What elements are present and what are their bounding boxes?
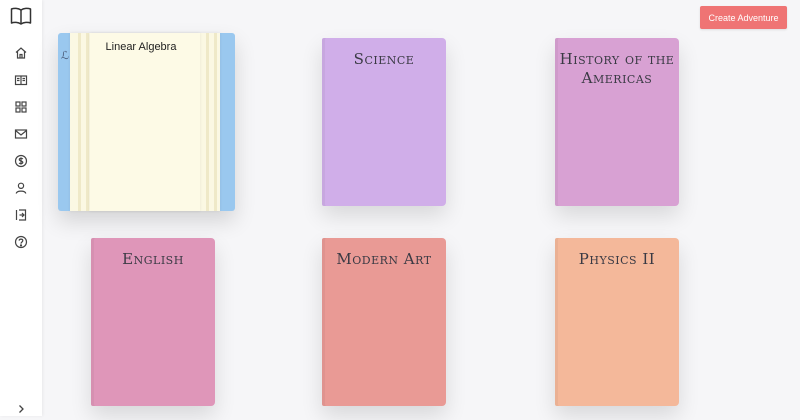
book-history-of-the-americas[interactable]: History of the Americas [555, 38, 679, 206]
book-science[interactable]: Science [322, 38, 446, 206]
page-edge [86, 33, 89, 211]
open-book-title: Linear Algebra [105, 41, 177, 53]
dollar-icon[interactable] [14, 154, 28, 168]
page-edge [78, 33, 81, 211]
book-physics-ii[interactable]: Physics II [555, 238, 679, 406]
create-adventure-button[interactable]: Create Adventure [700, 6, 787, 29]
page-edge [214, 33, 217, 211]
help-icon[interactable] [14, 235, 28, 249]
book-modern-art[interactable]: Modern Art [322, 238, 446, 406]
mail-icon[interactable] [14, 127, 28, 141]
book-title: Modern Art [336, 250, 432, 268]
page-edge [206, 33, 209, 211]
cover-glyph: ℒ [61, 49, 69, 62]
book-title: English [122, 250, 184, 268]
logout-icon[interactable] [14, 208, 28, 222]
open-book-icon[interactable] [10, 6, 32, 26]
book-title: History of the Americas [559, 50, 675, 87]
book-icon[interactable] [14, 73, 28, 87]
sidebar [0, 0, 42, 416]
book-title: Science [353, 50, 415, 68]
book-english[interactable]: English [91, 238, 215, 406]
home-icon[interactable] [14, 46, 28, 60]
current-page: Linear Algebra [90, 33, 200, 211]
open-book[interactable]: ℒ Linear Algebra [58, 33, 235, 211]
chevron-right-icon[interactable] [15, 402, 27, 414]
book-title: Physics II [578, 250, 656, 268]
grid-icon[interactable] [14, 100, 28, 114]
user-icon[interactable] [14, 181, 28, 195]
